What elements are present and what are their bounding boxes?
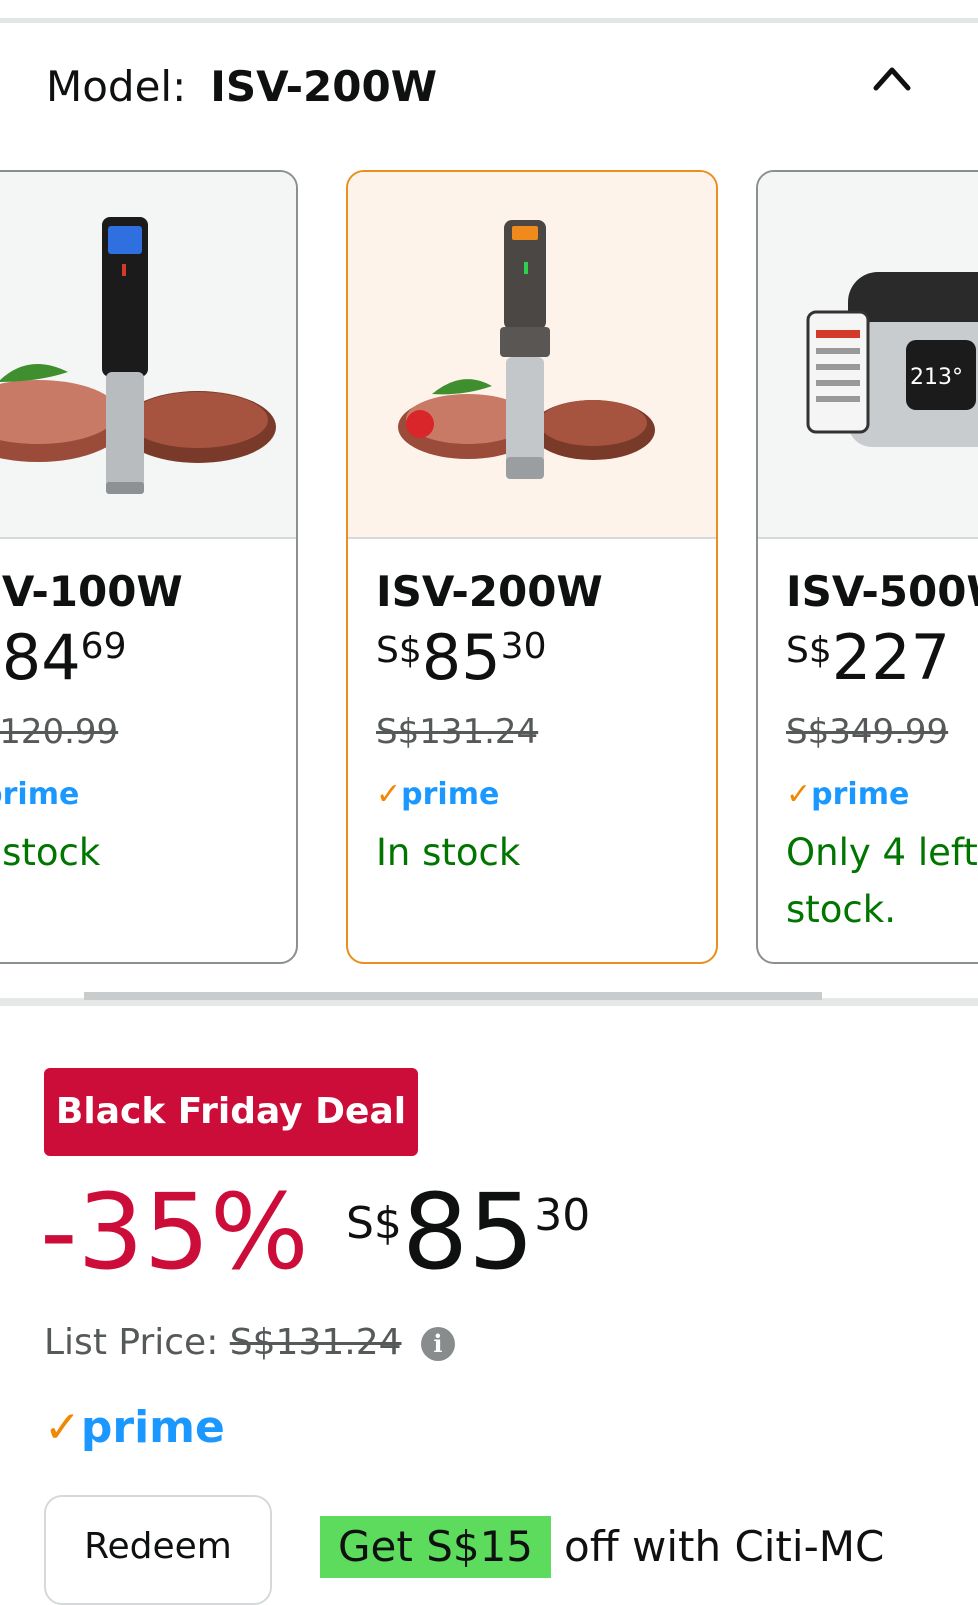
variant-card[interactable]: 213° ISV-500W S$227 S$349.99 ✓prime Only… xyxy=(756,170,978,964)
discount-percent: -35% xyxy=(40,1171,309,1293)
list-price-value: S$131.24 xyxy=(229,1322,402,1363)
prime-check-icon: ✓ xyxy=(44,1402,81,1453)
was-price: S$120.99 xyxy=(0,712,119,752)
product-image xyxy=(0,172,296,539)
prime-badge: ✓prime xyxy=(0,777,79,812)
product-image: 213° xyxy=(758,172,978,539)
product-image xyxy=(348,172,716,539)
stock-status: In stock xyxy=(376,831,521,874)
price-whole: 84 xyxy=(1,621,81,694)
variant-title: ISV-500W xyxy=(786,567,978,616)
prime-label: prime xyxy=(80,1402,225,1453)
list-price: List Price: S$131.24 i xyxy=(44,1322,455,1363)
variant-card-selected[interactable]: ISV-200W S$8530 S$131.24 ✓prime In stock xyxy=(346,170,718,964)
prime-badge: ✓prime xyxy=(786,777,909,812)
info-icon[interactable]: i xyxy=(420,1327,455,1361)
top-divider xyxy=(0,18,978,23)
prime-label: prime xyxy=(401,777,500,812)
deal-price: S$8530 xyxy=(346,1180,590,1284)
prime-label: prime xyxy=(811,777,910,812)
carousel-scrollbar-thumb[interactable] xyxy=(84,992,822,1000)
model-header: Model: ISV-200W xyxy=(46,62,437,111)
deal-badge: Black Friday Deal xyxy=(44,1068,418,1156)
price-currency: S$ xyxy=(0,630,2,671)
svg-text:213°: 213° xyxy=(910,365,963,390)
price-currency: S$ xyxy=(786,630,832,671)
variant-title: ISV-100W xyxy=(0,567,183,616)
prime-check-icon: ✓ xyxy=(376,777,402,812)
list-price-label: List Price: xyxy=(44,1322,219,1363)
stock-status: In stock xyxy=(0,831,101,874)
prime-badge: ✓prime xyxy=(376,777,499,812)
variant-price: S$8469 xyxy=(0,627,126,689)
prime-label: prime xyxy=(0,777,80,812)
price-currency: S$ xyxy=(376,630,422,671)
variant-title: ISV-200W xyxy=(376,567,603,616)
model-label: Model: xyxy=(46,62,187,111)
price-fraction: 69 xyxy=(80,626,127,667)
price-fraction: 30 xyxy=(534,1190,591,1241)
was-price: S$131.24 xyxy=(376,712,539,752)
variant-price: S$8530 xyxy=(376,627,546,689)
offer-highlight: Get S$15 xyxy=(320,1516,552,1578)
model-value: ISV-200W xyxy=(210,62,438,111)
offer-text: off with Citi-MC xyxy=(564,1522,885,1571)
variant-price: S$227 xyxy=(786,627,950,689)
price-whole: 85 xyxy=(401,1171,535,1293)
price-fraction: 30 xyxy=(500,626,547,667)
was-price: S$349.99 xyxy=(786,712,949,752)
variant-card[interactable]: ISV-100W S$8469 S$120.99 ✓prime In stock xyxy=(0,170,298,964)
price-whole: 227 xyxy=(831,621,951,694)
redeem-button[interactable]: Redeem xyxy=(44,1495,272,1605)
prime-check-icon: ✓ xyxy=(786,777,812,812)
stock-status: Only 4 left in stock. xyxy=(786,831,978,931)
prime-badge: ✓prime xyxy=(44,1402,225,1453)
price-currency: S$ xyxy=(346,1198,402,1249)
price-whole: 85 xyxy=(421,621,501,694)
variant-carousel[interactable]: ISV-100W S$8469 S$120.99 ✓prime In stock xyxy=(0,170,978,980)
chevron-up-icon[interactable] xyxy=(872,62,912,94)
